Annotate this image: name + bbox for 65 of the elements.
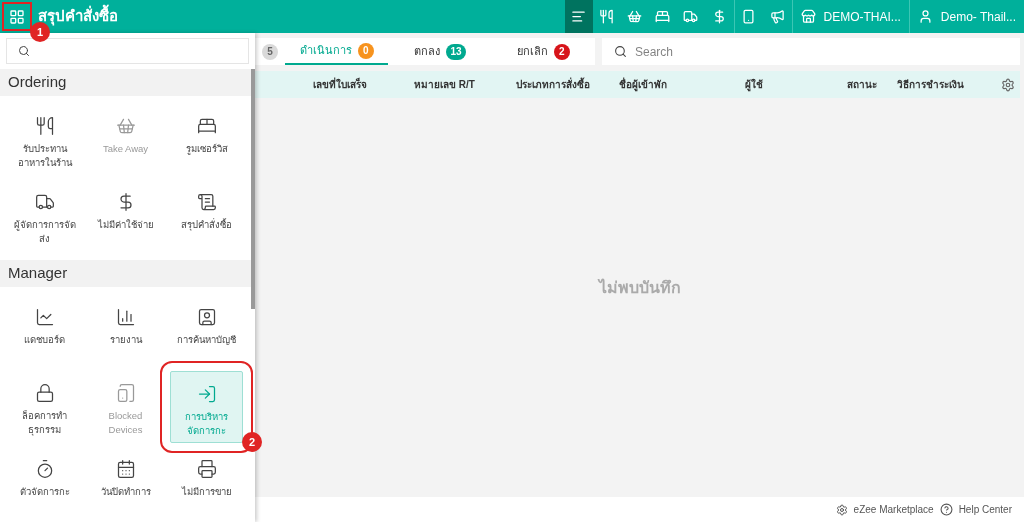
- empty-message: ไม่พบบันทึก: [598, 277, 681, 298]
- menu-item[interactable]: การค้นหาบัญชี: [170, 295, 243, 367]
- step-marker: 2: [242, 432, 262, 452]
- toolbar-button[interactable]: [564, 0, 593, 33]
- utensils-icon: [34, 116, 55, 136]
- login-icon: [196, 384, 217, 404]
- menu-item[interactable]: รับประทานอาหารในร้าน: [8, 104, 81, 176]
- search-field[interactable]: Search: [602, 38, 1020, 65]
- help-link[interactable]: Help Center: [939, 502, 1012, 517]
- user-icon: [917, 9, 933, 24]
- section-header: Manager: [0, 260, 251, 287]
- column-header: เลขที่ใบเสร็จ: [313, 77, 367, 92]
- column-header: ผู้ใช้: [744, 77, 763, 92]
- printer-icon: [196, 459, 217, 479]
- column-header: หมายเลข R/T: [414, 78, 475, 92]
- menu-item[interactable]: ไม่มีการขาย: [170, 447, 243, 519]
- grid-icon: [9, 8, 25, 25]
- utensils-icon: [599, 9, 614, 24]
- store-icon: [800, 9, 816, 24]
- search-icon: [614, 45, 627, 58]
- truck-icon: [34, 192, 55, 212]
- sort-icon: [571, 9, 586, 24]
- tab[interactable]: ยกเลิก 2: [491, 38, 595, 65]
- menu-item[interactable]: ตัวจัดการกะ: [8, 447, 81, 519]
- apps-button[interactable]: [0, 0, 34, 33]
- count-badge: 13: [446, 43, 466, 60]
- line-chart-icon: [34, 307, 55, 327]
- help-icon: [939, 503, 953, 516]
- bed-icon: [196, 116, 217, 136]
- calendar-icon: [115, 459, 136, 479]
- bed-icon: [655, 9, 670, 24]
- scrollbar[interactable]: [251, 69, 255, 309]
- column-header: สถานะ: [846, 78, 877, 92]
- count-badge: 5: [262, 43, 278, 60]
- marketplace-link[interactable]: eZee Marketplace: [835, 502, 934, 517]
- settings-icon[interactable]: [1001, 77, 1015, 92]
- menu-item[interactable]: ไม่มีค่าใช้จ่าย: [89, 180, 162, 252]
- truck-icon: [683, 9, 698, 24]
- tab[interactable]: 5: [255, 38, 285, 65]
- menu-item[interactable]: วันปิดทำการ: [89, 447, 162, 519]
- search-icon: [18, 45, 30, 57]
- menu-item[interactable]: รายงาน: [89, 295, 162, 367]
- menu-item[interactable]: รูมเซอร์วิส: [170, 104, 243, 176]
- tab[interactable]: ตกลง 13: [388, 38, 492, 65]
- count-badge: 2: [553, 43, 570, 60]
- menu-item[interactable]: สรุปคำสั่งซื้อ: [170, 180, 243, 252]
- count-badge: 0: [357, 42, 374, 59]
- basket-icon: [627, 9, 642, 24]
- column-header: ชื่อผู้เข้าพัก: [618, 77, 667, 92]
- section-header: Ordering: [0, 69, 251, 96]
- column-header: วิธีการชำระเงิน: [896, 78, 964, 92]
- megaphone-icon: [769, 9, 785, 24]
- menu-search-field[interactable]: [6, 38, 249, 64]
- column-header: ประเภทการสั่งซื้อ: [515, 77, 590, 92]
- tablet-icon: [115, 383, 136, 403]
- phone-icon: [741, 9, 756, 24]
- menu-item[interactable]: ผู้จัดการการจัดส่ง: [8, 180, 81, 252]
- receipt-icon: [196, 192, 217, 212]
- contact-icon: [196, 307, 217, 327]
- lock-icon: [34, 383, 55, 403]
- bar-chart-icon: [115, 307, 136, 327]
- menu-item[interactable]: แดชบอร์ด: [8, 295, 81, 367]
- settings-icon: [835, 503, 848, 516]
- menu-item[interactable]: ล็อคการทำธุรกรรม: [8, 371, 81, 443]
- basket-icon: [115, 116, 136, 136]
